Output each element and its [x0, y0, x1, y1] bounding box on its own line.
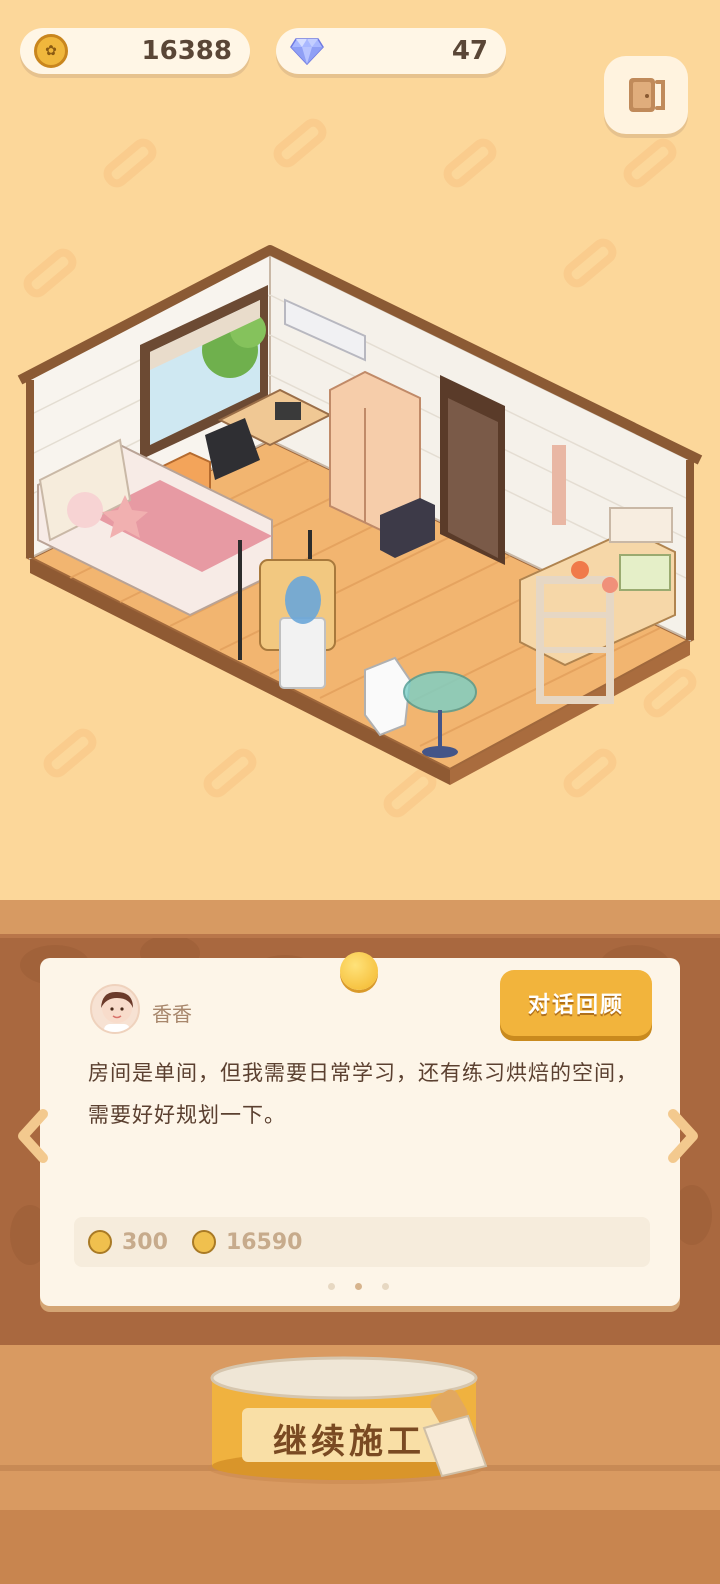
reward-bar: 300 16590	[74, 1217, 650, 1267]
wall-cabinet	[609, 507, 673, 543]
oven	[619, 554, 671, 591]
gem-value: 47	[451, 36, 488, 66]
coin-icon	[191, 1230, 216, 1254]
room-scene[interactable]	[10, 240, 710, 800]
continue-build-label: 继续施工	[273, 1422, 425, 1462]
coin-counter[interactable]: ✿ 16388	[20, 28, 250, 74]
gem-counter[interactable]: 47	[276, 28, 506, 74]
reward-medal-value: 300	[122, 1229, 168, 1255]
page-dot[interactable]	[382, 1283, 389, 1290]
reward-coin-value: 16590	[225, 1229, 303, 1255]
dialogue-text: 房间是单间，但我需要日常学习，还有练习烘焙的空间，需要好好规划一下。	[88, 1061, 638, 1127]
table-ledge	[0, 900, 720, 938]
speaker-name: 香香	[152, 1002, 192, 1026]
previous-arrow-button[interactable]	[12, 1104, 52, 1168]
reward-coin: 16590	[191, 1229, 303, 1255]
coin-icon: ✿	[34, 34, 68, 68]
dialogue-review-button[interactable]: 对话回顾	[500, 970, 652, 1036]
glass-table	[403, 671, 477, 713]
page-dot[interactable]	[328, 1283, 335, 1290]
door-exit-icon	[629, 78, 665, 112]
white-chair	[364, 656, 412, 737]
reward-medal: 300	[88, 1230, 168, 1255]
chevron-right-icon	[668, 1109, 698, 1163]
next-arrow-button[interactable]	[664, 1104, 704, 1168]
exit-button[interactable]	[604, 56, 688, 134]
avatar	[90, 984, 140, 1034]
continue-build-button[interactable]: 继续施工	[206, 1356, 490, 1486]
page-dot-active[interactable]	[355, 1283, 362, 1290]
wall-decoration	[552, 445, 566, 525]
water-dispenser	[279, 617, 326, 689]
chevron-left-icon	[18, 1109, 48, 1163]
coin-value: 16388	[141, 36, 232, 66]
page-indicator	[328, 1283, 389, 1290]
diamond-icon	[290, 34, 324, 68]
medal-icon	[88, 1230, 112, 1254]
floor-edge	[0, 1510, 720, 1584]
pin-icon	[340, 952, 378, 990]
